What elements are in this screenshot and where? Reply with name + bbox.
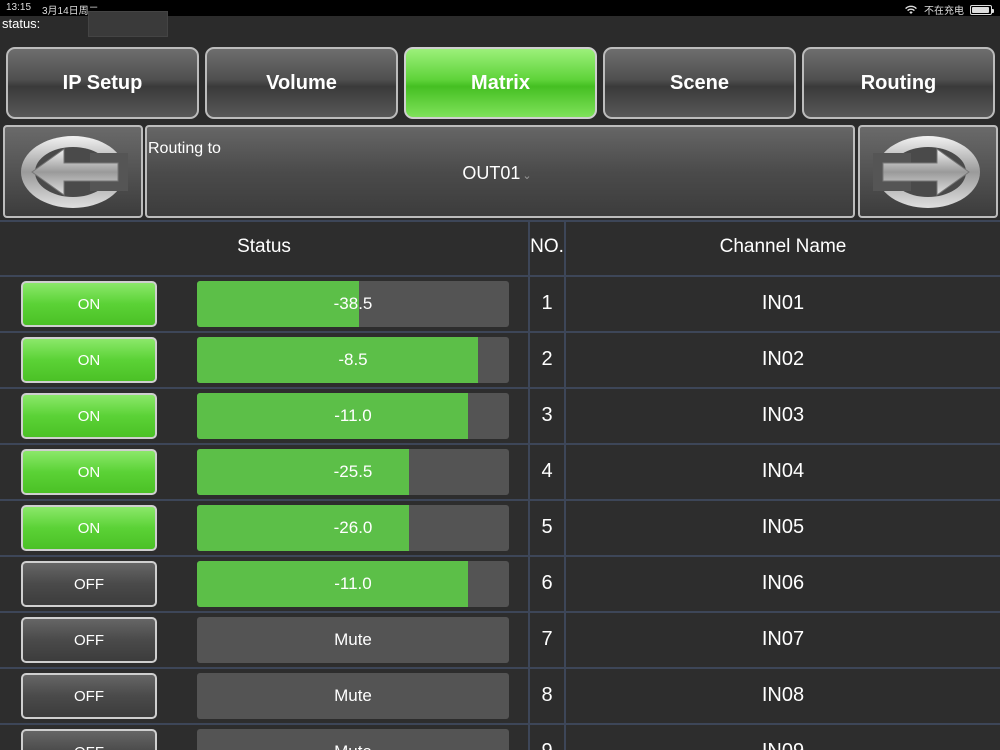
- level-slider[interactable]: -38.5: [197, 281, 509, 327]
- level-value: -26.0: [333, 518, 373, 537]
- table-row: ON -11.0 3 IN03: [0, 389, 1000, 445]
- channel-toggle-button[interactable]: OFF: [21, 673, 157, 719]
- channel-toggle-button[interactable]: ON: [21, 393, 157, 439]
- channel-toggle-button[interactable]: ON: [21, 337, 157, 383]
- channel-number: 1: [541, 292, 553, 314]
- routing-target-selector[interactable]: Routing to OUT01 ⌄: [145, 125, 855, 218]
- channel-name: IN09: [566, 740, 1000, 750]
- channel-toggle-button[interactable]: OFF: [21, 561, 157, 607]
- tab-ip-setup[interactable]: IP Setup: [6, 47, 199, 119]
- routing-label: Routing to: [148, 140, 221, 157]
- table-row: ON -8.5 2 IN02: [0, 333, 1000, 389]
- channel-number: 6: [541, 572, 553, 594]
- table-row: OFF Mute 8 IN08: [0, 669, 1000, 725]
- channel-number: 2: [541, 348, 553, 370]
- arrow-left-icon: [21, 135, 128, 208]
- level-value: -25.5: [333, 462, 373, 481]
- level-slider[interactable]: -8.5: [197, 337, 509, 383]
- level-value: -38.5: [333, 294, 373, 313]
- level-slider[interactable]: -25.5: [197, 449, 509, 495]
- channel-number: 7: [541, 628, 553, 650]
- level-slider[interactable]: -11.0: [197, 561, 509, 607]
- level-value: Mute: [197, 729, 509, 750]
- arrow-right-icon: [873, 135, 980, 208]
- channel-name: IN01: [761, 292, 805, 314]
- wifi-icon: [905, 5, 917, 14]
- next-output-button[interactable]: [858, 125, 998, 218]
- system-indicators: 不在充电: [904, 2, 994, 17]
- level-value: -11.0: [334, 406, 372, 425]
- chevron-down-icon: ⌄: [522, 170, 532, 182]
- level-slider[interactable]: Mute: [197, 729, 509, 750]
- channel-number: 4: [541, 460, 553, 482]
- channel-number: 3: [541, 404, 553, 426]
- channel-name: IN05: [761, 516, 805, 538]
- channel-number: 9: [530, 740, 564, 750]
- prev-output-button[interactable]: [3, 125, 143, 218]
- level-slider[interactable]: Mute: [197, 617, 509, 663]
- channel-toggle-button[interactable]: ON: [21, 449, 157, 495]
- level-slider[interactable]: Mute: [197, 673, 509, 719]
- header-channel-name: Channel Name: [719, 236, 847, 257]
- level-slider[interactable]: -26.0: [197, 505, 509, 551]
- system-time: 13:15: [6, 2, 32, 13]
- header-no: NO.: [530, 236, 564, 257]
- tab-volume[interactable]: Volume: [205, 47, 398, 119]
- tab-scene[interactable]: Scene: [603, 47, 796, 119]
- level-value: Mute: [334, 630, 372, 649]
- table-row: OFF Mute 9IN09: [0, 725, 1000, 750]
- channel-toggle-button[interactable]: ON: [21, 281, 157, 327]
- channel-toggle-button[interactable]: OFF: [21, 729, 157, 750]
- channel-name: IN04: [761, 460, 805, 482]
- tab-matrix[interactable]: Matrix: [404, 47, 597, 119]
- battery-icon: [970, 4, 994, 15]
- routing-output-text: OUT01: [462, 163, 521, 183]
- level-value: Mute: [334, 686, 372, 705]
- table-row: OFF Mute 7 IN07: [0, 613, 1000, 669]
- channel-name: IN03: [761, 404, 805, 426]
- level-value: -8.5: [338, 350, 368, 369]
- table-row: ON -25.5 4 IN04: [0, 445, 1000, 501]
- channel-number: 5: [541, 516, 553, 538]
- channel-number: 8: [541, 684, 553, 706]
- channel-toggle-button[interactable]: OFF: [21, 617, 157, 663]
- channel-name: IN07: [761, 628, 805, 650]
- routing-output-value: OUT01 ⌄: [147, 163, 847, 184]
- charging-status: 不在充电: [924, 6, 964, 17]
- table-row: ON -26.0 5 IN05: [0, 501, 1000, 557]
- channel-table: Status NO. Channel Name ON -38.5 1 IN01 ON -8…: [0, 220, 1000, 750]
- row-divider: [0, 220, 1000, 222]
- table-row: OFF -11.0 6 IN06: [0, 557, 1000, 613]
- channel-name: IN02: [761, 348, 805, 370]
- status-value-box: [88, 11, 168, 37]
- status-label: status:: [2, 16, 41, 31]
- channel-name: IN06: [761, 572, 805, 594]
- channel-name: IN08: [761, 684, 805, 706]
- channel-toggle-button[interactable]: ON: [21, 505, 157, 551]
- table-row: ON -38.5 1 IN01: [0, 277, 1000, 333]
- level-slider[interactable]: -11.0: [197, 393, 509, 439]
- tab-routing[interactable]: Routing: [802, 47, 995, 119]
- level-value: -11.0: [334, 574, 372, 593]
- header-status: Status: [237, 236, 291, 257]
